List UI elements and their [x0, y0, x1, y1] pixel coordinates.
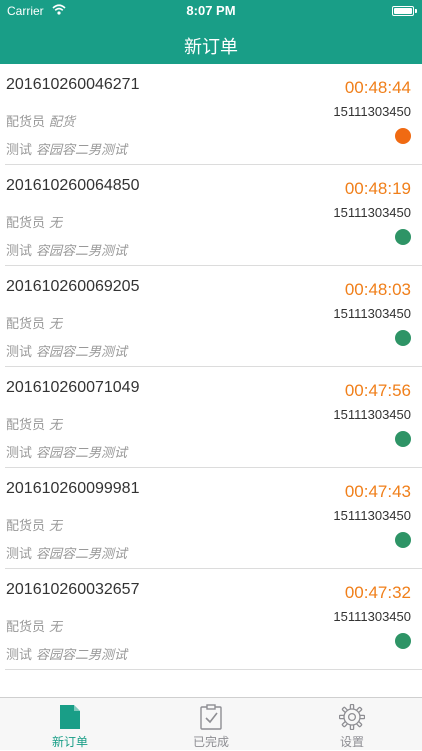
order-id: 201610260099981: [6, 480, 140, 497]
picker-value: 配货: [49, 114, 76, 129]
elapsed-time: 00:48:03: [344, 280, 411, 299]
order-id: 201610260046271: [6, 76, 140, 93]
order-row[interactable]: 201610260069205 配货员无 测试 容园容二男测试 00:48:03 …: [0, 266, 422, 367]
status-bar: Carrier 8:07 PM: [0, 0, 422, 22]
picker-label: 配货员: [6, 316, 46, 331]
customer-info: 测试 容园容二男测试: [6, 442, 127, 461]
customer-info: 测试 容园容二男测试: [6, 644, 127, 663]
customer-label: 测试: [6, 647, 33, 662]
customer-label: 测试: [6, 243, 33, 258]
tab-bar: 新订单 已完成 设置: [0, 697, 422, 750]
picker-info: 配货员无: [6, 313, 62, 332]
top-bar: Carrier 8:07 PM 新订单: [0, 0, 422, 64]
customer-label: 测试: [6, 546, 33, 561]
customer-name: 容园容二男测试: [36, 243, 128, 258]
phone-number: 15111303450: [333, 306, 411, 321]
picker-value: 无: [49, 215, 63, 230]
order-row[interactable]: 201610260032657 配货员无 测试 容园容二男测试 00:47:32 …: [0, 569, 422, 670]
elapsed-time: 00:47:56: [344, 381, 411, 400]
order-row[interactable]: 201610260099981 配货员无 测试 容园容二男测试 00:47:43 …: [0, 468, 422, 569]
picker-value: 无: [49, 316, 63, 331]
order-id: 201610260032657: [6, 581, 140, 598]
customer-info: 测试 容园容二男测试: [6, 543, 127, 562]
customer-info: 测试 容园容二男测试: [6, 240, 127, 259]
row-divider: [5, 669, 422, 670]
picker-info: 配货员 配货: [6, 111, 75, 130]
picker-label: 配货员: [6, 114, 46, 129]
elapsed-time: 00:48:19: [344, 179, 411, 198]
picker-value: 无: [49, 619, 63, 634]
customer-label: 测试: [6, 445, 33, 460]
picker-label: 配货员: [6, 417, 46, 432]
order-list[interactable]: 201610260046271 配货员 配货 测试 容园容二男测试 00:48:44…: [0, 64, 422, 697]
customer-name: 容园容二男测试: [36, 445, 128, 460]
picker-value: 无: [49, 417, 63, 432]
picker-value: 无: [49, 518, 63, 533]
status-dot: [395, 128, 411, 144]
picker-info: 配货员无: [6, 515, 62, 534]
customer-name: 容园容二男测试: [36, 546, 128, 561]
order-row[interactable]: 201610260064850 配货员无 测试 容园容二男测试 00:48:19 …: [0, 165, 422, 266]
customer-info: 测试 容园容二男测试: [6, 139, 127, 158]
customer-name: 容园容二男测试: [36, 142, 128, 157]
customer-label: 测试: [6, 344, 33, 359]
phone-number: 15111303450: [333, 508, 411, 523]
order-id: 201610260064850: [6, 177, 140, 194]
tab-label: 设置: [339, 735, 364, 749]
phone-number: 15111303450: [333, 407, 411, 422]
tab-label: 已完成: [192, 735, 229, 749]
picker-label: 配货员: [6, 619, 46, 634]
customer-label: 测试: [6, 142, 33, 157]
status-dot: [395, 330, 411, 346]
elapsed-time: 00:47:43: [344, 482, 411, 501]
status-dot: [395, 532, 411, 548]
elapsed-time: 00:48:44: [344, 78, 411, 97]
tab-new-orders[interactable]: 新订单: [0, 698, 140, 751]
status-dot: [395, 229, 411, 245]
picker-info: 配货员无: [6, 414, 62, 433]
gear-icon: [338, 703, 366, 731]
picker-label: 配货员: [6, 215, 46, 230]
picker-label: 配货员: [6, 518, 46, 533]
tab-settings[interactable]: 设置: [282, 698, 422, 751]
order-id: 201610260069205: [6, 278, 140, 295]
order-id: 201610260071049: [6, 379, 140, 396]
document-icon: [57, 704, 83, 730]
picker-info: 配货员无: [6, 616, 62, 635]
phone-number: 15111303450: [333, 205, 411, 220]
page-title: 新订单: [184, 37, 238, 57]
tab-label: 新订单: [51, 735, 88, 749]
picker-info: 配货员无: [6, 212, 62, 231]
clipboard-check-icon: [198, 704, 224, 730]
tab-completed[interactable]: 已完成: [141, 698, 281, 751]
phone-number: 15111303450: [333, 609, 411, 624]
customer-name: 容园容二男测试: [36, 647, 128, 662]
order-row[interactable]: 201610260071049 配货员无 测试 容园容二男测试 00:47:56 …: [0, 367, 422, 468]
phone-number: 15111303450: [333, 104, 411, 119]
status-dot: [395, 431, 411, 447]
clock: 8:07 PM: [186, 3, 236, 18]
battery-icon: [392, 6, 417, 16]
order-row[interactable]: 201610260046271 配货员 配货 测试 容园容二男测试 00:48:44…: [0, 64, 422, 165]
customer-info: 测试 容园容二男测试: [6, 341, 127, 360]
customer-name: 容园容二男测试: [36, 344, 128, 359]
elapsed-time: 00:47:32: [344, 583, 411, 602]
status-dot: [395, 633, 411, 649]
